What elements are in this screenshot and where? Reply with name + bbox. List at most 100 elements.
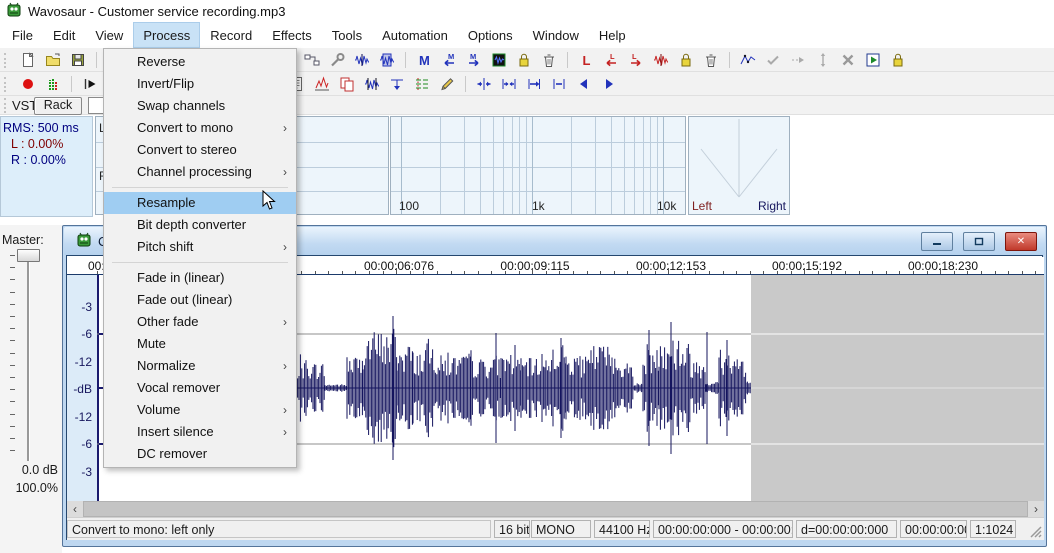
process-menu: ReverseInvert/FlipSwap channelsConvert t…: [103, 48, 297, 468]
vst-rack-button[interactable]: Rack: [34, 97, 82, 115]
freq-grid-line: [595, 117, 596, 214]
marker-zone-icon[interactable]: [490, 51, 508, 69]
menu-item-normalize[interactable]: Normalize›: [104, 355, 296, 377]
lock3-icon[interactable]: [889, 51, 907, 69]
menubar-item-automation[interactable]: Automation: [372, 22, 458, 48]
menu-item-invert-flip[interactable]: Invert/Flip: [104, 73, 296, 95]
spectrum-icon[interactable]: [313, 75, 331, 93]
zoom-selection-icon[interactable]: [525, 75, 543, 93]
restore-button[interactable]: [963, 232, 995, 251]
slider-tick: [10, 340, 15, 341]
menu-item-fade-out-linear-[interactable]: Fade out (linear): [104, 289, 296, 311]
loop-prev-icon[interactable]: L: [602, 51, 620, 69]
menu-item-insert-silence[interactable]: Insert silence›: [104, 421, 296, 443]
ruler-tick: [655, 271, 656, 274]
pencil-icon[interactable]: [438, 75, 456, 93]
minimize-button[interactable]: [921, 232, 953, 251]
v-arrows-icon[interactable]: [814, 51, 832, 69]
toolbar-grip[interactable]: [4, 98, 9, 113]
menu-item-swap-channels[interactable]: Swap channels: [104, 95, 296, 117]
menu-item-vocal-remover[interactable]: Vocal remover: [104, 377, 296, 399]
menu-item-convert-to-stereo[interactable]: Convert to stereo: [104, 139, 296, 161]
node-link-icon[interactable]: [303, 51, 321, 69]
vu-meter-icon[interactable]: [44, 75, 62, 93]
grid-line: [391, 191, 685, 192]
menu-item-dc-remover[interactable]: DC remover: [104, 443, 296, 465]
freq-grid-line: [611, 117, 612, 214]
menubar-item-record[interactable]: Record: [200, 22, 262, 48]
submenu-arrow-icon: ›: [283, 236, 287, 258]
play-envelope-icon[interactable]: [864, 51, 882, 69]
envelope-icon[interactable]: [739, 51, 757, 69]
prev-view-icon[interactable]: [575, 75, 593, 93]
close-button[interactable]: ✕: [1005, 232, 1037, 251]
menubar-item-view[interactable]: View: [85, 22, 133, 48]
toolbar-grip[interactable]: [4, 77, 9, 92]
scrollbar-thumb[interactable]: [83, 501, 1028, 517]
play-cursor-icon[interactable]: [81, 75, 99, 93]
zoom-reset-icon[interactable]: [550, 75, 568, 93]
new-file-icon[interactable]: [19, 51, 37, 69]
copy-red-icon[interactable]: [338, 75, 356, 93]
trash2-icon[interactable]: [702, 51, 720, 69]
menubar-item-help[interactable]: Help: [589, 22, 636, 48]
master-slider-thumb[interactable]: [17, 249, 40, 262]
loop-next-icon[interactable]: L: [627, 51, 645, 69]
wrench-icon[interactable]: [328, 51, 346, 69]
menu-item-bit-depth-converter[interactable]: Bit depth converter: [104, 214, 296, 236]
record-icon[interactable]: [19, 75, 37, 93]
zoom-expand-icon[interactable]: [475, 75, 493, 93]
marker-m-icon[interactable]: M: [415, 51, 433, 69]
dash-arrow-icon[interactable]: [789, 51, 807, 69]
grid-line: [391, 167, 685, 168]
menu-item-volume[interactable]: Volume›: [104, 399, 296, 421]
menu-item-pitch-shift[interactable]: Pitch shift›: [104, 236, 296, 258]
x-gray-icon[interactable]: [839, 51, 857, 69]
loop-wave-icon[interactable]: [652, 51, 670, 69]
zoom-shrink-icon[interactable]: [500, 75, 518, 93]
lock2-icon[interactable]: [677, 51, 695, 69]
slider-tick: [10, 401, 15, 402]
stats-green-icon[interactable]: [413, 75, 431, 93]
master-slider-track[interactable]: [27, 253, 29, 461]
menubar-item-edit[interactable]: Edit: [43, 22, 85, 48]
ruler-tick: [791, 271, 792, 274]
toolbar-separator: [567, 52, 568, 68]
ruler-tick: [355, 271, 356, 274]
toolbar-grip[interactable]: [4, 53, 9, 68]
wave-insert-icon[interactable]: [353, 51, 371, 69]
wave-bars-icon[interactable]: [363, 75, 381, 93]
menu-item-other-fade[interactable]: Other fade›: [104, 311, 296, 333]
save-icon[interactable]: [69, 51, 87, 69]
menu-item-fade-in-linear-[interactable]: Fade in (linear): [104, 267, 296, 289]
open-file-icon[interactable]: [44, 51, 62, 69]
scroll-left-button[interactable]: ‹: [67, 501, 83, 517]
menu-item-reverse[interactable]: Reverse: [104, 51, 296, 73]
rms-left-value: L : 0.00%: [3, 136, 92, 152]
marker-prev-icon[interactable]: M: [440, 51, 458, 69]
svg-text:M: M: [470, 52, 476, 61]
lock-icon[interactable]: [515, 51, 533, 69]
menu-item-channel-processing[interactable]: Channel processing›: [104, 161, 296, 183]
resize-grip[interactable]: [1029, 525, 1042, 538]
menu-item-mute[interactable]: Mute: [104, 333, 296, 355]
graph-drop-icon[interactable]: [388, 75, 406, 93]
menu-item-convert-to-mono[interactable]: Convert to mono›: [104, 117, 296, 139]
loop-l-icon[interactable]: L: [577, 51, 595, 69]
ruler-tick: [573, 271, 574, 274]
trash-icon[interactable]: [540, 51, 558, 69]
wave-select-icon[interactable]: [378, 51, 396, 69]
menubar-item-window[interactable]: Window: [523, 22, 589, 48]
horizontal-scrollbar[interactable]: ‹ ›: [67, 501, 1044, 517]
check-icon[interactable]: [764, 51, 782, 69]
next-view-icon[interactable]: [600, 75, 618, 93]
slider-tick: [10, 353, 15, 354]
menubar-item-file[interactable]: File: [2, 22, 43, 48]
scroll-right-button[interactable]: ›: [1028, 501, 1044, 517]
marker-next-icon[interactable]: M: [465, 51, 483, 69]
menubar-item-process[interactable]: Process: [133, 22, 200, 48]
menubar-item-options[interactable]: Options: [458, 22, 523, 48]
db-label: -6: [81, 437, 92, 451]
menubar-item-tools[interactable]: Tools: [322, 22, 372, 48]
menubar-item-effects[interactable]: Effects: [262, 22, 322, 48]
